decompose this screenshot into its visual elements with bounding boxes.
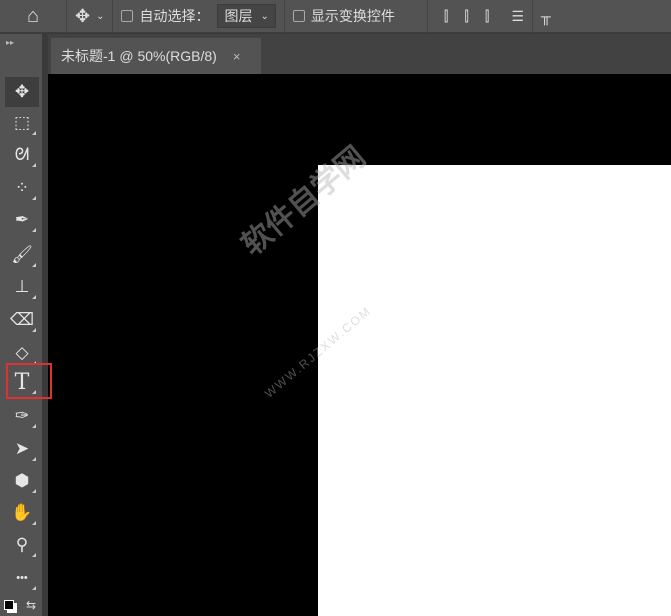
- tool-group-indicator: [32, 196, 36, 200]
- options-bar: ⌂ ✥ ⌄ 自动选择： 图层 ⌄ 显示变换控件 ⫿ ⫿ ⫿ ☰ ╥: [0, 0, 671, 33]
- align-left-button[interactable]: ⫿: [436, 0, 456, 33]
- zoom-tool[interactable]: ⚲: [5, 530, 39, 560]
- pen-tool[interactable]: ✑: [5, 401, 39, 431]
- marquee-icon: ⬚: [13, 113, 31, 132]
- tool-group-indicator: [32, 457, 36, 461]
- eraser-tool[interactable]: ⌫: [5, 305, 39, 335]
- type-tool-highlight: [6, 363, 52, 399]
- document-tab-bar: 未标题-1 @ 50%(RGB/8) ×: [48, 34, 671, 74]
- marquee-tool[interactable]: ⬚: [5, 108, 39, 138]
- document-canvas[interactable]: [318, 165, 671, 616]
- distribute-button[interactable]: ☰: [503, 0, 532, 33]
- tool-group-indicator: [32, 586, 36, 590]
- default-colors-icon[interactable]: [4, 600, 14, 610]
- quick-select-icon: ⁘: [14, 178, 30, 197]
- eyedropper-icon: ✒: [14, 210, 30, 229]
- lasso-icon: ᘛ: [14, 145, 30, 164]
- checkbox-icon: [292, 10, 305, 22]
- document-tab[interactable]: 未标题-1 @ 50%(RGB/8) ×: [51, 38, 261, 74]
- quick-select-tool[interactable]: ⁘: [5, 173, 39, 203]
- align-center-button[interactable]: ⫿: [456, 0, 476, 33]
- collapse-panel-icon[interactable]: ▸▸: [6, 38, 14, 47]
- align-top-button[interactable]: ╥: [533, 0, 559, 33]
- tool-group-indicator: [32, 163, 36, 167]
- show-transform-checkbox[interactable]: 显示变换控件: [285, 0, 403, 33]
- auto-select-checkbox[interactable]: 自动选择： 图层 ⌄: [113, 0, 283, 33]
- zoom-icon: ⚲: [15, 535, 29, 554]
- more-icon: •••: [16, 572, 28, 584]
- tool-group-indicator: [32, 263, 36, 267]
- tool-group-indicator: [32, 553, 36, 557]
- eraser-icon: ⌫: [9, 310, 35, 329]
- shape-icon: ⬢: [14, 471, 30, 490]
- tool-group-indicator: [32, 228, 36, 232]
- move-tool[interactable]: ✥: [5, 77, 39, 107]
- tool-group-indicator: [32, 489, 36, 493]
- stamp-icon: ⊥: [14, 277, 30, 296]
- swap-colors-icon[interactable]: ⇆: [26, 598, 36, 612]
- document-tab-title: 未标题-1 @ 50%(RGB/8): [61, 48, 217, 64]
- move-icon: ✥: [14, 82, 30, 101]
- chevron-down-icon: ⌄: [260, 10, 269, 22]
- tool-group-indicator: [32, 131, 36, 135]
- path-select-icon: ➤: [14, 439, 30, 458]
- path-select-tool[interactable]: ➤: [5, 434, 39, 464]
- align-right-button[interactable]: ⫿: [477, 0, 497, 33]
- move-tool-preset-button[interactable]: ✥ ⌄: [67, 0, 112, 33]
- more-tools[interactable]: •••: [5, 563, 39, 593]
- auto-select-label: 自动选择：: [139, 8, 210, 24]
- pen-icon: ✑: [14, 406, 30, 425]
- stamp-tool[interactable]: ⊥: [5, 272, 39, 302]
- paint-bucket-icon: ◇: [15, 343, 29, 362]
- eyedropper-tool[interactable]: ✒: [5, 205, 39, 235]
- shape-tool[interactable]: ⬢: [5, 466, 39, 496]
- lasso-tool[interactable]: ᘛ: [5, 140, 39, 170]
- hand-icon: ✋: [11, 503, 33, 522]
- tool-group-indicator: [32, 521, 36, 525]
- tool-group-indicator: [32, 424, 36, 428]
- show-transform-label: 显示变换控件: [310, 8, 395, 24]
- auto-select-value: 图层: [224, 8, 253, 24]
- hand-tool[interactable]: ✋: [5, 498, 39, 528]
- tool-group-indicator: [32, 295, 36, 299]
- home-button[interactable]: ⌂: [0, 0, 66, 33]
- auto-select-dropdown[interactable]: 图层 ⌄: [217, 4, 276, 28]
- brush-tool[interactable]: 🖌: [5, 240, 39, 270]
- tools-panel: ▸▸ ✥ ⬚ ᘛ ⁘ ✒ 🖌 ⊥ ⌫ ◇ T ✑ ➤ ⬢ ✋ ⚲ •••: [0, 34, 45, 616]
- tool-group-indicator: [32, 328, 36, 332]
- close-icon[interactable]: ×: [233, 49, 241, 64]
- checkbox-icon: [121, 10, 134, 22]
- brush-icon: 🖌: [11, 245, 33, 264]
- divider: [426, 0, 428, 33]
